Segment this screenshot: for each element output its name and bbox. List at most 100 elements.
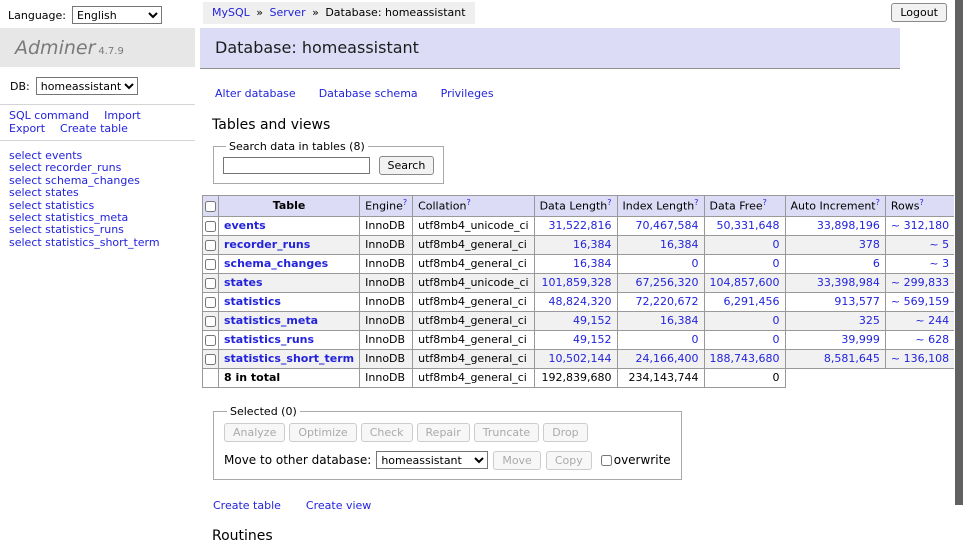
data_length-link[interactable]: 49,152 [573,314,612,327]
index_length-link[interactable]: 0 [692,257,699,270]
data_free-link[interactable]: 0 [773,314,780,327]
table-link-states[interactable]: states [224,276,263,289]
data_length-link[interactable]: 16,384 [573,257,612,270]
column-header-collation: Collation? [413,196,534,217]
table-link-statistics-runs[interactable]: statistics_runs [224,333,314,346]
link-select-recorder-runs[interactable]: select recorder_runs [9,162,195,174]
auto_increment-link[interactable]: 33,898,196 [817,219,880,232]
index_length-link[interactable]: 24,166,400 [636,352,699,365]
rows_count-link[interactable]: ~ 299,833 [891,276,949,289]
link-create-table[interactable]: Create table [60,122,128,135]
rows_count-link[interactable]: ~ 136,108 [891,352,949,365]
table-header-row: TableEngine?Collation?Data Length?Index … [203,196,966,217]
index_length-link[interactable]: 70,467,584 [636,219,699,232]
link-import[interactable]: Import [104,109,141,122]
rows_count-link[interactable]: ~ 312,180 [891,219,949,232]
cell-engine: InnoDB [360,349,413,368]
row-checkbox[interactable] [205,259,216,270]
index_length-link[interactable]: 16,384 [660,238,699,251]
index_length-link[interactable]: 16,384 [660,314,699,327]
drop-button[interactable]: Drop [543,423,587,442]
rows_count-link[interactable]: ~ 3 [929,257,949,270]
row-checkbox[interactable] [205,240,216,251]
search-input[interactable] [223,157,370,174]
index_length-link[interactable]: 0 [692,333,699,346]
column-help-link[interactable]: ? [607,198,611,207]
data_length-link[interactable]: 31,522,816 [549,219,612,232]
table-link-statistics[interactable]: statistics [224,295,281,308]
analyze-button[interactable]: Analyze [224,423,285,442]
rows_count-link[interactable]: ~ 628 [915,333,949,346]
link-sql-command[interactable]: SQL command [9,109,89,122]
data_free-link[interactable]: 0 [773,333,780,346]
auto_increment-link[interactable]: 39,999 [841,333,880,346]
rows_count-link[interactable]: ~ 569,159 [891,295,949,308]
column-help-link[interactable]: ? [763,198,767,207]
move-db-select[interactable]: homeassistant [376,451,488,469]
link-alter-database[interactable]: Alter database [215,87,296,100]
column-help-link[interactable]: ? [919,198,923,207]
data_length-link[interactable]: 16,384 [573,238,612,251]
link-export[interactable]: Export [9,122,45,135]
row-checkbox[interactable] [205,316,216,327]
data_free-link[interactable]: 0 [773,238,780,251]
data_length-link[interactable]: 101,859,328 [542,276,612,289]
cell-auto_increment: 6 [785,254,885,273]
data_length-link[interactable]: 48,824,320 [549,295,612,308]
link-create-table[interactable]: Create table [213,499,281,512]
row-checkbox[interactable] [205,335,216,346]
auto_increment-link[interactable]: 33,398,984 [817,276,880,289]
repair-button[interactable]: Repair [417,423,470,442]
table-link-statistics-meta[interactable]: statistics_meta [224,314,318,327]
row-checkbox[interactable] [205,221,216,232]
truncate-button[interactable]: Truncate [474,423,539,442]
overwrite-checkbox[interactable] [601,455,612,466]
row-checkbox[interactable] [205,354,216,365]
table-row: statistics_short_termInnoDButf8mb4_gener… [203,349,966,368]
check-button[interactable]: Check [361,423,413,442]
row-checkbox[interactable] [205,297,216,308]
scrollbar-thumb[interactable] [955,0,963,505]
auto_increment-link[interactable]: 378 [859,238,880,251]
auto_increment-link[interactable]: 325 [859,314,880,327]
data_free-link[interactable]: 0 [773,257,780,270]
table-link-schema-changes[interactable]: schema_changes [224,257,328,270]
db-select[interactable]: homeassistant [36,77,138,95]
auto_increment-link[interactable]: 6 [873,257,880,270]
data_free-link[interactable]: 50,331,648 [717,219,780,232]
link-privileges[interactable]: Privileges [441,87,494,100]
column-help-link[interactable]: ? [694,198,698,207]
cell-rows_count: ~ 136,108 [885,349,954,368]
link-select-statistics-runs[interactable]: select statistics_runs [9,224,195,236]
link-select-statistics-short-term[interactable]: select statistics_short_term [9,237,195,249]
move-button[interactable]: Move [493,451,541,470]
copy-button[interactable]: Copy [546,451,592,470]
index_length-link[interactable]: 72,220,672 [636,295,699,308]
data_length-link[interactable]: 49,152 [573,333,612,346]
index_length-link[interactable]: 67,256,320 [636,276,699,289]
data_free-link[interactable]: 104,857,600 [710,276,780,289]
data_free-link[interactable]: 188,743,680 [710,352,780,365]
table-link-events[interactable]: events [224,219,266,232]
link-select-states[interactable]: select states [9,187,195,199]
rows_count-link[interactable]: ~ 5 [929,238,949,251]
search-button[interactable]: Search [379,156,435,175]
sidebar-table-list: select eventsselect recorder_runsselect … [9,150,195,249]
rows_count-link[interactable]: ~ 244 [915,314,949,327]
table-row: schema_changesInnoDButf8mb4_general_ci16… [203,254,966,273]
column-help-link[interactable]: ? [466,198,470,207]
data_length-link[interactable]: 10,502,144 [549,352,612,365]
column-help-link[interactable]: ? [403,198,407,207]
select-all-checkbox[interactable] [205,201,216,212]
table-link-recorder-runs[interactable]: recorder_runs [224,238,310,251]
link-create-view[interactable]: Create view [306,499,371,512]
optimize-button[interactable]: Optimize [289,423,356,442]
auto_increment-link[interactable]: 8,581,645 [824,352,880,365]
link-database-schema[interactable]: Database schema [319,87,418,100]
cell-auto_increment: 33,898,196 [785,216,885,235]
table-link-statistics-short-term[interactable]: statistics_short_term [224,352,354,365]
column-help-link[interactable]: ? [876,198,880,207]
data_free-link[interactable]: 6,291,456 [724,295,780,308]
row-checkbox[interactable] [205,278,216,289]
auto_increment-link[interactable]: 913,577 [834,295,880,308]
